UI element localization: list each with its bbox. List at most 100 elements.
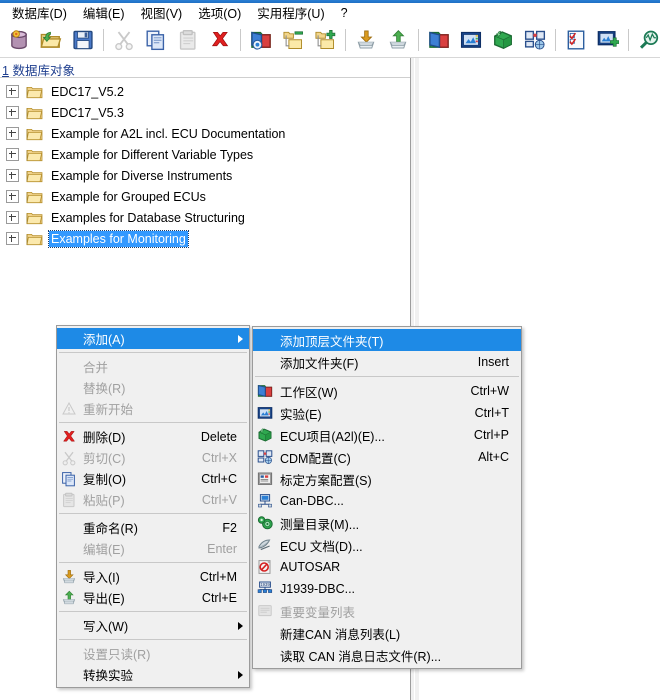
save-icon[interactable] bbox=[67, 24, 99, 56]
add-experiment-icon[interactable] bbox=[592, 24, 624, 56]
menu-item-convert-experiment[interactable]: 转换实验 bbox=[57, 664, 249, 685]
menu-item-label: ECU项目(A2l)(E)... bbox=[280, 429, 385, 444]
expand-plus-icon[interactable] bbox=[6, 148, 19, 161]
menu-item-label: 新建CAN 消息列表(L) bbox=[280, 627, 401, 642]
menu-item-label: 重新开始 bbox=[83, 403, 134, 417]
cdm-config-icon[interactable] bbox=[519, 24, 551, 56]
menu-item-add[interactable]: 添加(A) bbox=[57, 328, 249, 349]
submenu-item-experiment[interactable]: 实验(E) Ctrl+T bbox=[253, 402, 521, 424]
menu-separator bbox=[59, 611, 247, 612]
cut-icon bbox=[59, 449, 79, 467]
submenu-item-cdm-config[interactable]: CDM配置(C) Alt+C bbox=[253, 446, 521, 468]
import-icon[interactable] bbox=[350, 24, 382, 56]
submenu-item-calibration-config[interactable]: 标定方案配置(S) bbox=[253, 468, 521, 490]
view-folder-icon[interactable] bbox=[245, 24, 277, 56]
copy-icon[interactable] bbox=[140, 24, 172, 56]
paste-icon[interactable] bbox=[172, 24, 204, 56]
menubar-utilities[interactable]: 实用程序(U) bbox=[249, 1, 332, 24]
menu-item-label: 导出(E) bbox=[83, 592, 125, 606]
submenu-item-read-can-log[interactable]: 读取 CAN 消息日志文件(R)... bbox=[253, 644, 521, 666]
menu-item-shortcut: Ctrl+C bbox=[201, 471, 237, 486]
menu-item-copy[interactable]: 复制(O) Ctrl+C bbox=[57, 468, 249, 489]
menubar-database[interactable]: 数据库(D) bbox=[4, 1, 75, 24]
menu-item-write[interactable]: 写入(W) bbox=[57, 615, 249, 636]
tree-rows: EDC17_V5.2 EDC17_V5.3 Example for A2L incl… bbox=[0, 78, 410, 249]
submenu-arrow-icon bbox=[238, 670, 243, 679]
tree-item[interactable]: EDC17_V5.3 bbox=[0, 102, 410, 123]
submenu-item-measure-catalog[interactable]: 测量目录(M)... bbox=[253, 512, 521, 534]
expand-plus-icon[interactable] bbox=[6, 85, 19, 98]
experiment-icon[interactable] bbox=[455, 24, 487, 56]
submenu-item-autosar[interactable]: AUTOSAR bbox=[253, 556, 521, 578]
menu-item-import[interactable]: 导入(I) Ctrl+M bbox=[57, 566, 249, 587]
search-signal-icon[interactable] bbox=[633, 24, 660, 56]
menu-bar: 数据库(D) 编辑(E) 视图(V) 选项(O) 实用程序(U)? bbox=[0, 3, 660, 22]
tree-item[interactable]: Example for Diverse Instruments bbox=[0, 165, 410, 186]
expand-plus-icon[interactable] bbox=[6, 127, 19, 140]
menubar-view[interactable]: 视图(V) bbox=[133, 1, 191, 24]
add-folder-icon[interactable] bbox=[309, 24, 341, 56]
menubar-edit[interactable]: 编辑(E) bbox=[75, 1, 133, 24]
tree-item[interactable]: Example for Grouped ECUs bbox=[0, 186, 410, 207]
menu-item-shortcut: F2 bbox=[222, 520, 237, 535]
application-window: 数据库(D) 编辑(E) 视图(V) 选项(O) 实用程序(U)? 1 数据库对象 ED… bbox=[0, 0, 660, 700]
expand-plus-icon[interactable] bbox=[6, 211, 19, 224]
remove-folder-icon[interactable] bbox=[277, 24, 309, 56]
menu-item-export[interactable]: 导出(E) Ctrl+E bbox=[57, 587, 249, 608]
expand-plus-icon[interactable] bbox=[6, 169, 19, 182]
no-icon bbox=[255, 624, 275, 642]
submenu-item-can-dbc[interactable]: Can-DBC... bbox=[253, 490, 521, 512]
submenu-item-add-folder[interactable]: 添加文件夹(F) Insert bbox=[253, 351, 521, 373]
menu-item-label: 标定方案配置(S) bbox=[280, 473, 372, 488]
menubar-options[interactable]: 选项(O) bbox=[190, 1, 249, 24]
expand-plus-icon[interactable] bbox=[6, 106, 19, 119]
menu-item-shortcut: Ctrl+V bbox=[201, 492, 237, 507]
menu-item-label: 测量目录(M)... bbox=[280, 517, 360, 532]
tree-item[interactable]: Example for Different Variable Types bbox=[0, 144, 410, 165]
submenu-arrow-icon bbox=[238, 621, 243, 630]
menu-item-shortcut: Ctrl+M bbox=[199, 569, 237, 584]
menu-item-label: J1939-DBC... bbox=[280, 582, 356, 596]
menu-item-label: 删除(D) bbox=[83, 431, 126, 445]
submenu-item-add-top-folder[interactable]: 添加顶层文件夹(T) bbox=[253, 329, 521, 351]
menu-item-label: 粘贴(P) bbox=[83, 494, 125, 508]
submenu-item-new-can-message-list[interactable]: 新建CAN 消息列表(L) bbox=[253, 622, 521, 644]
menu-item-label: 导入(I) bbox=[83, 571, 120, 585]
submenu-item-workspace[interactable]: 工作区(W) Ctrl+W bbox=[253, 380, 521, 402]
menu-item-label: CDM配置(C) bbox=[280, 451, 351, 466]
workspace-icon[interactable] bbox=[423, 24, 455, 56]
new-database-icon[interactable] bbox=[3, 24, 35, 56]
menu-item-replace: 替换(R) bbox=[57, 377, 249, 398]
expand-plus-icon[interactable] bbox=[6, 232, 19, 245]
tree-item[interactable]: Example for A2L incl. ECU Documentation bbox=[0, 123, 410, 144]
menu-item-delete[interactable]: 删除(D) Delete bbox=[57, 426, 249, 447]
ecu-project-icon[interactable] bbox=[487, 24, 519, 56]
checklist-icon[interactable] bbox=[560, 24, 592, 56]
delete-icon[interactable] bbox=[204, 24, 236, 56]
no-icon bbox=[59, 617, 79, 635]
menu-separator bbox=[59, 513, 247, 514]
submenu-item-ecu-doc[interactable]: ECU 文档(D)... bbox=[253, 534, 521, 556]
tree-item-label: Example for Different Variable Types bbox=[51, 147, 254, 162]
submenu-item-j1939-dbc[interactable]: 1939 J1939-DBC... bbox=[253, 578, 521, 600]
menu-item-label: 实验(E) bbox=[280, 407, 322, 422]
menu-item-label: 重要变量列表 bbox=[280, 605, 356, 620]
expand-plus-icon[interactable] bbox=[6, 190, 19, 203]
folder-icon bbox=[26, 106, 43, 120]
tree-item-label: Example for A2L incl. ECU Documentation bbox=[51, 126, 286, 141]
toolbar-separator bbox=[240, 28, 241, 51]
folder-icon bbox=[26, 232, 43, 246]
export-icon[interactable] bbox=[382, 24, 414, 56]
submenu-item-ecu-project[interactable]: ECU项目(A2l)(E)... Ctrl+P bbox=[253, 424, 521, 446]
menu-item-shortcut: Ctrl+T bbox=[474, 406, 509, 420]
tree-item-selected[interactable]: Examples for Monitoring bbox=[0, 228, 410, 249]
menubar-help[interactable]: ? bbox=[333, 4, 356, 22]
menu-item-rename[interactable]: 重命名(R) F2 bbox=[57, 517, 249, 538]
tree-item[interactable]: EDC17_V5.2 bbox=[0, 81, 410, 102]
cut-icon[interactable] bbox=[108, 24, 140, 56]
open-folder-icon[interactable] bbox=[35, 24, 67, 56]
add-submenu[interactable]: 添加顶层文件夹(T) 添加文件夹(F) Insert 工作区(W) Ctrl+W 实验(E… bbox=[252, 326, 522, 669]
database-context-menu[interactable]: 添加(A) 合并 替换(R) 重新开始 删除(D) Delete 剪切(C) Ctrl+X 复制… bbox=[56, 325, 250, 688]
no-icon bbox=[59, 666, 79, 684]
tree-item[interactable]: Examples for Database Structuring bbox=[0, 207, 410, 228]
